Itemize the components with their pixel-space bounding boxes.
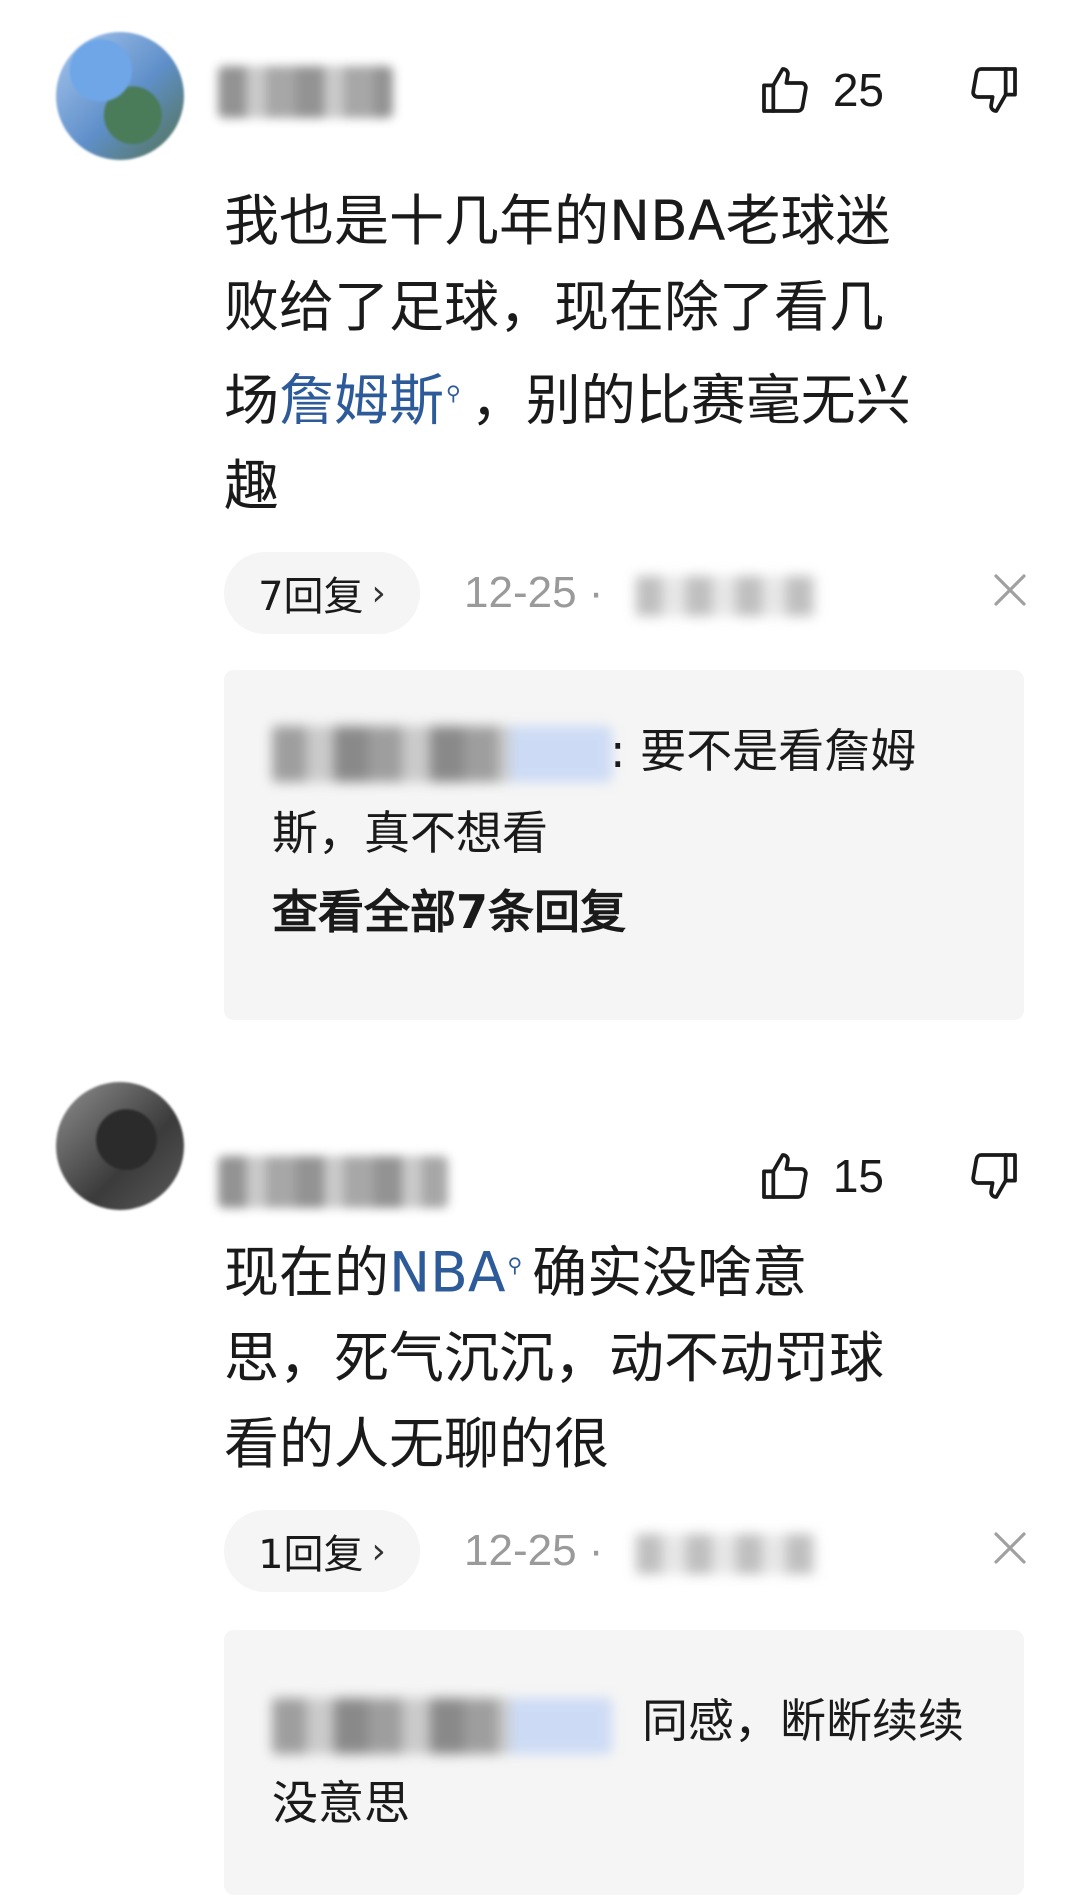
timestamp: 12-25 · xyxy=(464,568,604,617)
comment-item: 25 我也是十几年的NBA老球迷 败给了足球，现在除了看几 场詹姆斯 ⚲ ，别的比赛毫无… xyxy=(0,0,1080,1040)
timestamp: 12-25 · xyxy=(464,1526,604,1575)
reply-count-button[interactable]: 7回复 › xyxy=(224,552,420,634)
thumbs-down-icon xyxy=(971,1153,1017,1199)
close-icon[interactable] xyxy=(986,1524,1034,1572)
comment-line: 败给了足球，现在除了看几 xyxy=(224,275,885,339)
comment-line: 我也是十几年的NBA老球迷 xyxy=(224,189,891,253)
thumbs-up-icon xyxy=(761,1153,808,1199)
username-blurred[interactable] xyxy=(218,66,393,118)
comment-actions: 15 xyxy=(757,1148,1022,1204)
comment-body: 现在的NBA ⚲ 确实没啥意思，死气沉沉，动不动罚球 看的人无聊的很 xyxy=(224,1222,1034,1487)
comment-meta: 1回复 › 12-25 · xyxy=(224,1510,1026,1592)
like-button[interactable]: 15 xyxy=(757,1148,884,1204)
comment-body: 我也是十几年的NBA老球迷 败给了足球，现在除了看几 场詹姆斯 ⚲ ，别的比赛毫无兴趣 xyxy=(224,178,1034,529)
avatar[interactable] xyxy=(56,1082,184,1210)
comment-meta: 7回复 › 12-25 · xyxy=(224,552,1026,634)
thumbs-up-icon xyxy=(761,67,808,113)
dislike-button[interactable] xyxy=(966,1148,1022,1204)
location-blurred xyxy=(636,576,816,616)
reply-preview-text: : 要不是看詹姆斯，真不想看 xyxy=(272,724,917,860)
keyword-link-james[interactable]: 詹姆斯 xyxy=(279,368,444,432)
comment-line: 趣 xyxy=(224,454,280,519)
like-count: 25 xyxy=(832,64,884,116)
keyword-link-nba[interactable]: NBA xyxy=(389,1240,506,1304)
comment-actions: 25 xyxy=(757,62,1022,118)
like-count: 15 xyxy=(832,1150,884,1202)
chevron-right-icon: › xyxy=(371,1530,386,1572)
search-icon: ⚲ xyxy=(507,1253,523,1277)
reply-preview-box[interactable]: : 要不是看詹姆斯，真不想看 查看全部7条回复 xyxy=(224,670,1024,1020)
view-all-replies-link[interactable]: 查看全部7条回复 xyxy=(272,876,626,942)
comment-line: 现在的 xyxy=(224,1240,390,1305)
reply-preview-box[interactable]: 同感，断断续续没意思 xyxy=(224,1630,1024,1895)
reply-count-button[interactable]: 1回复 › xyxy=(224,1510,420,1592)
thumbs-down-icon xyxy=(971,67,1017,113)
comment-line: 看的人无聊的很 xyxy=(224,1412,610,1477)
comment-line: 思，死气沉沉，动不动罚球 xyxy=(224,1326,885,1391)
comment-line: 确实没啥意 xyxy=(532,1240,808,1305)
comment-line: ，别的比赛毫无兴 xyxy=(470,368,911,433)
comment-item: 15 现在的NBA ⚲ 确实没啥意思，死气沉沉，动不动罚球 看的人无聊的很 1回复 › … xyxy=(0,1040,1080,1895)
chevron-right-icon: › xyxy=(371,572,386,614)
like-button[interactable]: 25 xyxy=(757,62,884,118)
username-blurred[interactable] xyxy=(218,1156,448,1208)
search-icon: ⚲ xyxy=(446,381,461,405)
reply-preview-text: 同感，断断续续没意思 xyxy=(272,1694,964,1830)
avatar[interactable] xyxy=(56,32,184,160)
comment-line: 场 xyxy=(224,368,280,433)
reply-count-label: 7回复 xyxy=(258,574,364,620)
location-blurred xyxy=(636,1534,816,1574)
close-icon[interactable] xyxy=(986,566,1034,614)
reply-count-label: 1回复 xyxy=(258,1532,364,1578)
dislike-button[interactable] xyxy=(966,62,1022,118)
